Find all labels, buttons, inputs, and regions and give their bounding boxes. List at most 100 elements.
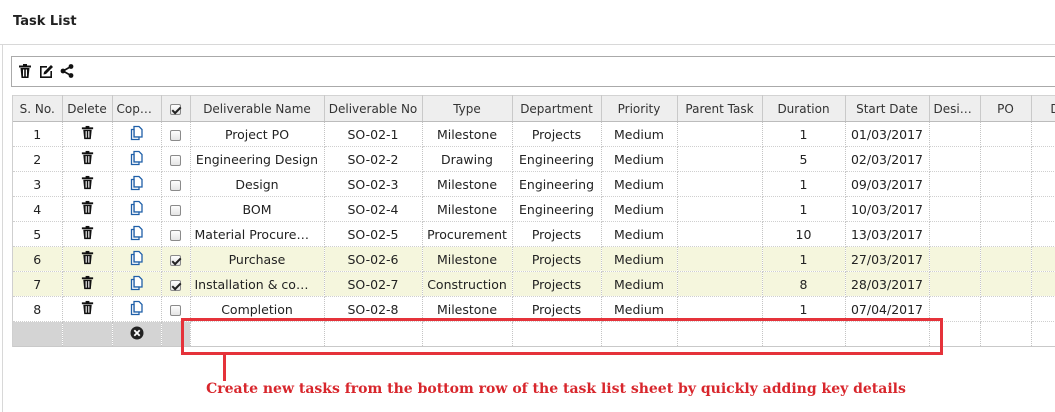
select-all-checkbox[interactable] bbox=[161, 95, 191, 122]
priority-cell[interactable]: Medium bbox=[601, 246, 678, 272]
priority-cell[interactable]: Medium bbox=[601, 221, 678, 247]
deli-cell[interactable] bbox=[1031, 171, 1055, 197]
column-header[interactable]: Desig... bbox=[929, 95, 981, 122]
deliverable-name-cell[interactable]: Purchase bbox=[190, 246, 325, 272]
duration-cell[interactable]: 10 bbox=[762, 221, 846, 247]
department-cell[interactable]: Engineering bbox=[512, 196, 602, 222]
column-header[interactable]: PO bbox=[980, 95, 1032, 122]
po-cell[interactable] bbox=[980, 221, 1032, 247]
priority-cell[interactable]: Medium bbox=[601, 121, 678, 147]
designer-cell[interactable] bbox=[929, 146, 981, 172]
type-cell[interactable]: Milestone bbox=[422, 171, 513, 197]
copy-icon[interactable] bbox=[129, 225, 145, 244]
po-cell[interactable] bbox=[980, 196, 1032, 222]
column-header[interactable]: Type bbox=[422, 95, 513, 122]
start-date-cell[interactable]: 28/03/2017 bbox=[845, 271, 930, 297]
parent-task-cell[interactable] bbox=[677, 121, 763, 147]
trash-icon[interactable] bbox=[80, 175, 95, 193]
table-row[interactable]: 1 Project PO SO-02-1 Milestone Projects Mediu… bbox=[13, 121, 1055, 147]
priority-cell[interactable]: Medium bbox=[601, 146, 678, 172]
priority-cell[interactable]: Medium bbox=[601, 196, 678, 222]
trash-icon[interactable] bbox=[80, 225, 95, 243]
table-row[interactable]: 2 Engineering Design SO-02-2 Drawing Enginee… bbox=[13, 146, 1055, 172]
deliverable-no-cell[interactable]: SO-02-7 bbox=[324, 271, 423, 297]
column-header[interactable]: S. No. bbox=[13, 95, 63, 122]
parent-task-cell[interactable] bbox=[677, 221, 763, 247]
copy-icon[interactable] bbox=[129, 200, 145, 219]
deli-cell[interactable] bbox=[1031, 296, 1055, 322]
deliverable-no-cell[interactable]: SO-02-6 bbox=[324, 246, 423, 272]
deli-cell[interactable] bbox=[1031, 146, 1055, 172]
start-date-cell[interactable]: 09/03/2017 bbox=[845, 171, 930, 197]
table-row[interactable]: 7 Installation & com... SO-02-7 Constructio… bbox=[13, 271, 1055, 297]
deli-cell[interactable] bbox=[1031, 196, 1055, 222]
start-date-cell[interactable]: 10/03/2017 bbox=[845, 196, 930, 222]
column-header[interactable]: Deliverable Name bbox=[190, 95, 325, 122]
new-deli-input[interactable] bbox=[1031, 321, 1055, 347]
po-cell[interactable] bbox=[980, 271, 1032, 297]
copy-icon[interactable] bbox=[129, 150, 145, 169]
department-cell[interactable]: Projects bbox=[512, 246, 602, 272]
type-cell[interactable]: Milestone bbox=[422, 196, 513, 222]
start-date-cell[interactable]: 13/03/2017 bbox=[845, 221, 930, 247]
deliverable-name-cell[interactable]: Installation & com... bbox=[190, 271, 325, 297]
column-header[interactable]: Deli bbox=[1031, 95, 1055, 122]
type-cell[interactable]: Milestone bbox=[422, 246, 513, 272]
designer-cell[interactable] bbox=[929, 171, 981, 197]
type-cell[interactable]: Drawing bbox=[422, 146, 513, 172]
duration-cell[interactable]: 1 bbox=[762, 196, 846, 222]
designer-cell[interactable] bbox=[929, 271, 981, 297]
priority-cell[interactable]: Medium bbox=[601, 271, 678, 297]
deliverable-name-cell[interactable]: Design bbox=[190, 171, 325, 197]
table-row[interactable]: 3 Design SO-02-3 Milestone Engineering Medium… bbox=[13, 171, 1055, 197]
deliverable-name-cell[interactable]: Material Procurem... bbox=[190, 221, 325, 247]
column-header[interactable]: Delete bbox=[62, 95, 113, 122]
row-checkbox[interactable] bbox=[170, 204, 181, 216]
cancel-icon[interactable] bbox=[130, 326, 144, 343]
po-cell[interactable] bbox=[980, 171, 1032, 197]
edit-icon[interactable] bbox=[38, 63, 54, 79]
duration-cell[interactable]: 8 bbox=[762, 271, 846, 297]
po-cell[interactable] bbox=[980, 296, 1032, 322]
checkbox[interactable] bbox=[170, 103, 181, 115]
duration-cell[interactable]: 1 bbox=[762, 171, 846, 197]
trash-icon[interactable] bbox=[80, 125, 95, 143]
duration-cell[interactable]: 1 bbox=[762, 121, 846, 147]
column-header[interactable]: Parent Task bbox=[677, 95, 763, 122]
row-checkbox[interactable] bbox=[170, 304, 181, 316]
deliverable-name-cell[interactable]: Project PO bbox=[190, 121, 325, 147]
deliverable-name-cell[interactable]: Engineering Design bbox=[190, 146, 325, 172]
po-cell[interactable] bbox=[980, 146, 1032, 172]
department-cell[interactable]: Projects bbox=[512, 121, 602, 147]
department-cell[interactable]: Engineering bbox=[512, 171, 602, 197]
trash-icon[interactable] bbox=[80, 250, 95, 268]
deliverable-no-cell[interactable]: SO-02-3 bbox=[324, 171, 423, 197]
department-cell[interactable]: Engineering bbox=[512, 146, 602, 172]
po-cell[interactable] bbox=[980, 246, 1032, 272]
type-cell[interactable]: Construction bbox=[422, 271, 513, 297]
copy-icon[interactable] bbox=[129, 300, 145, 319]
start-date-cell[interactable]: 02/03/2017 bbox=[845, 146, 930, 172]
parent-task-cell[interactable] bbox=[677, 171, 763, 197]
row-checkbox[interactable] bbox=[170, 229, 181, 241]
designer-cell[interactable] bbox=[929, 121, 981, 147]
copy-icon[interactable] bbox=[129, 175, 145, 194]
deliverable-no-cell[interactable]: SO-02-5 bbox=[324, 221, 423, 247]
copy-icon[interactable] bbox=[129, 275, 145, 294]
deli-cell[interactable] bbox=[1031, 271, 1055, 297]
designer-cell[interactable] bbox=[929, 221, 981, 247]
table-row[interactable]: 6 Purchase SO-02-6 Milestone Projects Medium 1… bbox=[13, 246, 1055, 272]
column-header[interactable]: Duration bbox=[762, 95, 846, 122]
deliverable-no-cell[interactable]: SO-02-2 bbox=[324, 146, 423, 172]
copy-icon[interactable] bbox=[129, 250, 145, 269]
deliverable-no-cell[interactable]: SO-02-4 bbox=[324, 196, 423, 222]
deliverable-no-cell[interactable]: SO-02-1 bbox=[324, 121, 423, 147]
table-row[interactable]: 5 Material Procurem... SO-02-5 Procurement P… bbox=[13, 221, 1055, 247]
trash-icon[interactable] bbox=[80, 200, 95, 218]
designer-cell[interactable] bbox=[929, 246, 981, 272]
deli-cell[interactable] bbox=[1031, 121, 1055, 147]
trash-icon[interactable] bbox=[17, 63, 33, 79]
priority-cell[interactable]: Medium bbox=[601, 171, 678, 197]
deli-cell[interactable] bbox=[1031, 221, 1055, 247]
trash-icon[interactable] bbox=[80, 275, 95, 293]
